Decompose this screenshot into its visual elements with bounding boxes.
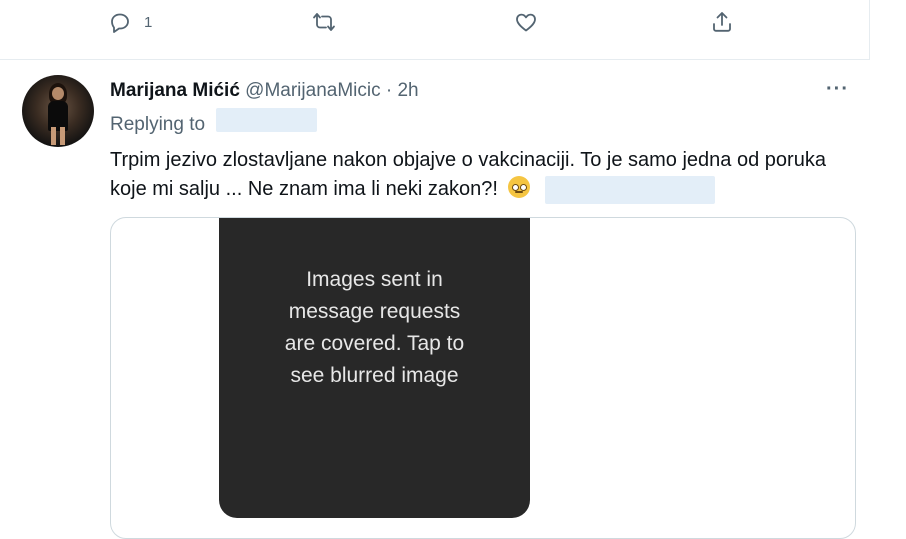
tweet-divider <box>0 59 870 60</box>
display-name[interactable]: Marijana Mićić <box>110 80 240 101</box>
more-options-button[interactable]: ··· <box>826 78 849 101</box>
previous-tweet-action-bar: 1 <box>0 0 906 52</box>
column-border <box>869 0 870 60</box>
rolling-eyes-emoji-icon <box>507 176 530 198</box>
replying-to-label: Replying to <box>110 114 206 135</box>
tweet-header: Marijana Mićić @MarijanaMicic · 2h <box>110 80 419 102</box>
media-card[interactable]: Images sent in message requests are cove… <box>110 217 856 539</box>
share-button[interactable] <box>710 10 734 34</box>
reply-button[interactable]: 1 <box>108 10 152 34</box>
notice-line: see blurred image <box>290 364 459 387</box>
header-separator: · <box>380 80 398 101</box>
notice-line: Images sent in <box>306 268 443 291</box>
reply-count: 1 <box>144 13 153 31</box>
notice-line: message requests <box>288 300 461 323</box>
user-handle[interactable]: @MarijanaMicic <box>245 80 380 101</box>
redacted-mention <box>545 175 716 204</box>
retweet-button[interactable] <box>312 10 336 34</box>
tweet-text: Trpim jezivo zlostavljane nakon objajve … <box>110 146 860 204</box>
like-button[interactable] <box>514 10 538 34</box>
tweet-body: Trpim jezivo zlostavljane nakon objajve … <box>110 149 826 200</box>
reply-icon <box>111 13 129 33</box>
covered-image[interactable]: Images sent in message requests are cove… <box>219 218 530 518</box>
tweet-timestamp[interactable]: 2h <box>397 80 418 101</box>
share-icon <box>713 12 731 32</box>
covered-image-notice: Images sent in message requests are cove… <box>219 264 530 392</box>
retweet-icon <box>313 13 335 31</box>
heart-icon <box>516 13 536 32</box>
redacted-reply-mention <box>216 108 317 132</box>
avatar[interactable] <box>22 75 94 147</box>
notice-line: are covered. Tap to <box>284 332 465 355</box>
